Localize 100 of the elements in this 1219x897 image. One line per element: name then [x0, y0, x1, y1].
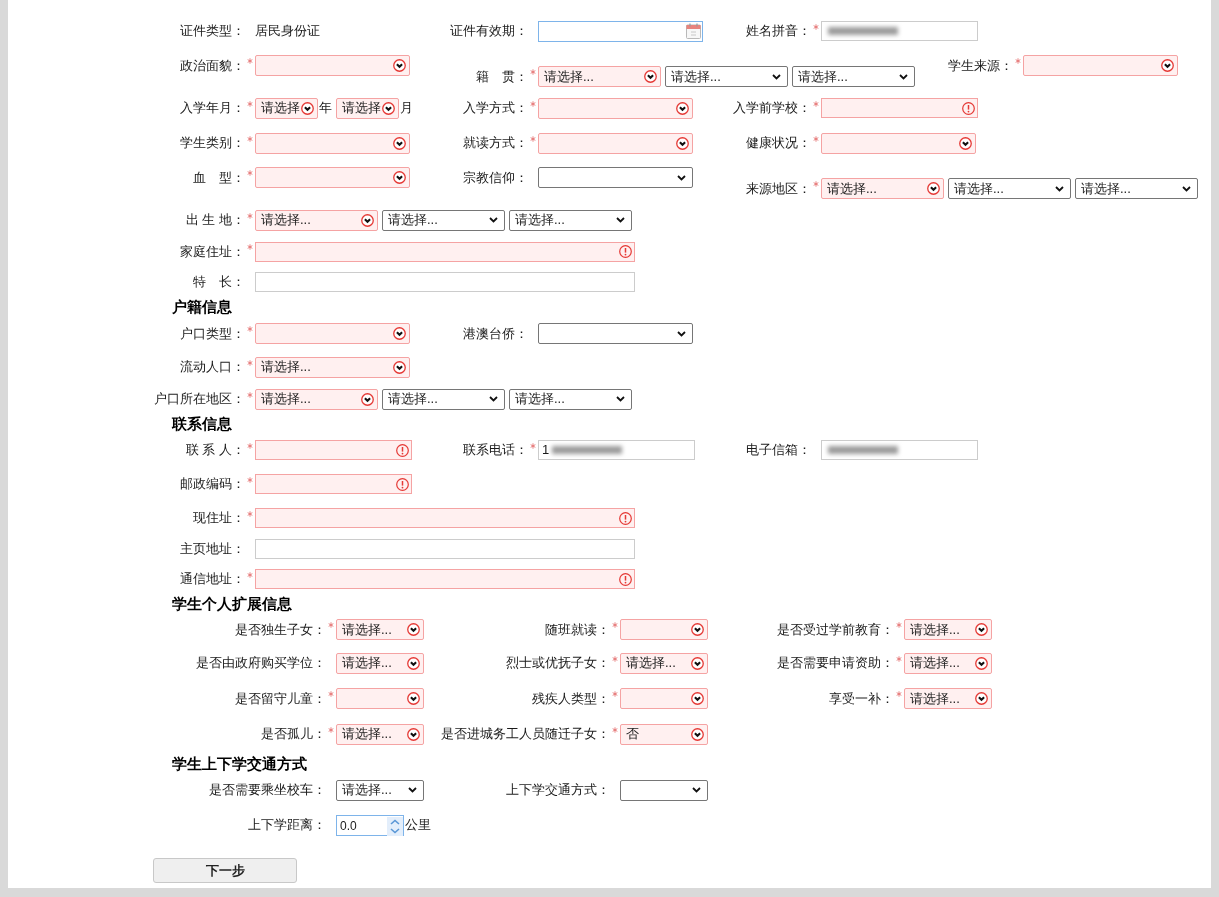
chevron-circle-icon: [644, 70, 657, 83]
next-button[interactable]: 下一步: [153, 858, 297, 884]
select-field[interactable]: 请选择...: [620, 652, 708, 674]
field-label: 户口类型：: [180, 324, 245, 343]
select-field[interactable]: [255, 132, 410, 154]
field-label: 邮政编码：: [180, 475, 245, 494]
chevron-circle-icon: [975, 692, 988, 705]
select-field[interactable]: 请选择...: [904, 619, 992, 640]
field-label: 来源地区：: [746, 179, 811, 198]
select-field[interactable]: 请选择...: [904, 652, 992, 674]
text-field[interactable]: [255, 508, 635, 528]
chevron-circle-icon: [301, 101, 314, 115]
select-field[interactable]: 请选择...: [665, 66, 788, 87]
select-field[interactable]: [336, 688, 424, 709]
field-label: 政治面貌：: [180, 56, 245, 75]
select-field[interactable]: [620, 779, 708, 801]
chevron-down-icon: [692, 787, 701, 793]
select-field[interactable]: 请选择...: [382, 388, 505, 410]
chevron-circle-icon: [691, 656, 704, 670]
alert-circle-icon: [962, 101, 975, 115]
text-field[interactable]: [821, 21, 978, 41]
field-label: 健康状况：: [746, 134, 811, 153]
select-field[interactable]: 请选择...: [336, 619, 424, 640]
select-field[interactable]: 请选择: [255, 97, 318, 119]
select-field[interactable]: 请选择...: [1075, 178, 1198, 199]
text-field[interactable]: [255, 272, 635, 292]
chevron-circle-icon: [407, 692, 420, 705]
text-field[interactable]: [255, 569, 635, 589]
chevron-circle-icon: [393, 136, 406, 150]
select-field[interactable]: 请选择...: [821, 178, 944, 199]
date-field[interactable]: [538, 20, 703, 42]
field-label: 是否由政府购买学位：: [196, 654, 326, 673]
select-field[interactable]: [1023, 55, 1178, 76]
field-label: 家庭住址：: [180, 242, 245, 261]
field-label: 血 型：: [193, 168, 245, 187]
text-field[interactable]: [821, 98, 978, 118]
text-field[interactable]: 1: [538, 440, 695, 460]
chevron-circle-icon: [382, 101, 395, 115]
select-field[interactable]: [538, 97, 693, 119]
field-label: 是否孤儿：: [261, 725, 326, 744]
select-field[interactable]: 请选择...: [382, 209, 505, 231]
select-field[interactable]: [255, 55, 410, 76]
chevron-circle-icon: [393, 59, 406, 72]
field-value: 居民身份证: [255, 22, 320, 41]
number-field[interactable]: 0.0: [336, 814, 404, 836]
chevron-down-icon: [772, 73, 781, 80]
select-field[interactable]: 请选择...: [948, 178, 1071, 199]
select-field[interactable]: 请选择...: [255, 209, 378, 231]
field-label: 是否独生子女：: [235, 620, 326, 639]
select-field[interactable]: [620, 619, 708, 640]
select-field[interactable]: 否: [620, 723, 708, 745]
text-field[interactable]: [255, 241, 635, 262]
field-label: 是否进城务工人员随迁子女：: [441, 725, 610, 744]
chevron-down-icon: [489, 396, 498, 402]
field-label: 特 长：: [193, 273, 245, 292]
chevron-circle-icon: [676, 136, 689, 150]
select-field[interactable]: [538, 167, 693, 188]
field-label: 港澳台侨：: [463, 324, 528, 343]
select-field[interactable]: 请选择...: [538, 66, 661, 87]
select-field[interactable]: 请选择...: [792, 66, 915, 87]
field-label: 籍 贯：: [476, 67, 528, 86]
select-field[interactable]: 请选择...: [336, 652, 424, 674]
select-field[interactable]: 请选择...: [336, 779, 424, 801]
chevron-circle-icon: [1161, 59, 1174, 72]
field-label: 姓名拼音：: [746, 22, 811, 41]
select-field[interactable]: 请选择: [336, 97, 399, 119]
field-label: 随班就读：: [545, 620, 610, 639]
select-field[interactable]: [538, 132, 693, 154]
select-field[interactable]: 请选择...: [509, 388, 632, 410]
select-field[interactable]: [255, 323, 410, 344]
select-field[interactable]: [538, 323, 693, 344]
text-field[interactable]: [255, 539, 635, 559]
field-label: 宗教信仰：: [463, 168, 528, 187]
alert-circle-icon: [396, 477, 409, 491]
field-label: 是否需要乘坐校车：: [209, 781, 326, 800]
chevron-circle-icon: [975, 623, 988, 636]
field-label: 残疾人类型：: [532, 689, 610, 708]
chevron-down-icon: [616, 217, 625, 223]
field-label: 学生来源：: [948, 56, 1013, 75]
section-heading: 联系信息: [172, 413, 232, 434]
chevron-down-icon: [1055, 185, 1064, 192]
chevron-circle-icon: [676, 101, 689, 115]
spinner-arrows-icon: [387, 816, 403, 836]
select-field[interactable]: 请选择...: [904, 688, 992, 709]
alert-circle-icon: [619, 572, 632, 586]
chevron-down-icon: [677, 330, 686, 337]
text-field[interactable]: [255, 474, 412, 494]
field-label: 是否留守儿童：: [235, 689, 326, 708]
chevron-circle-icon: [361, 213, 374, 227]
select-field[interactable]: [620, 688, 708, 709]
text-field[interactable]: [255, 440, 412, 460]
field-label: 上下学交通方式：: [506, 781, 610, 800]
select-field[interactable]: 请选择...: [255, 388, 378, 410]
select-field[interactable]: [821, 132, 976, 154]
select-field[interactable]: 请选择...: [509, 209, 632, 231]
chevron-circle-icon: [691, 623, 704, 636]
select-field[interactable]: 请选择...: [336, 723, 424, 745]
text-field[interactable]: [821, 440, 978, 460]
select-field[interactable]: [255, 167, 410, 188]
select-field[interactable]: 请选择...: [255, 356, 410, 378]
